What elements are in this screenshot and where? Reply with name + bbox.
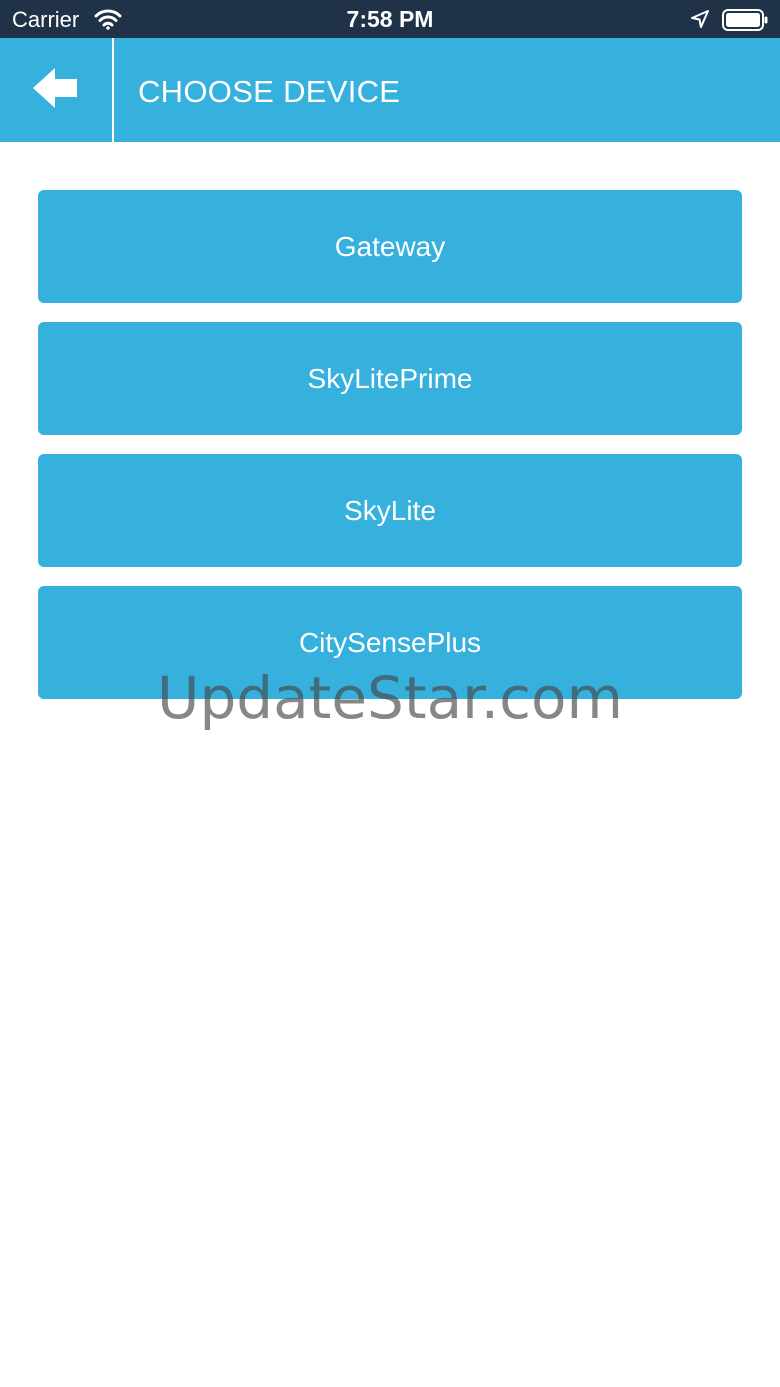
battery-icon [722, 9, 768, 31]
device-list: Gateway SkyLitePrime SkyLite CitySensePl… [38, 190, 742, 718]
back-button[interactable] [0, 38, 114, 142]
status-time: 7:58 PM [346, 6, 434, 32]
status-bar: Carrier 7:58 PM [0, 0, 780, 38]
navigation-bar: CHOOSE DEVICE [0, 38, 780, 142]
device-button-gateway[interactable]: Gateway [38, 190, 742, 303]
location-arrow-icon [690, 9, 710, 29]
watermark: UpdateStar.com [157, 664, 623, 732]
device-button-skyliteprime[interactable]: SkyLitePrime [38, 322, 742, 435]
arrow-left-icon [33, 67, 79, 113]
page-title: CHOOSE DEVICE [138, 74, 401, 109]
device-button-skylite[interactable]: SkyLite [38, 454, 742, 567]
